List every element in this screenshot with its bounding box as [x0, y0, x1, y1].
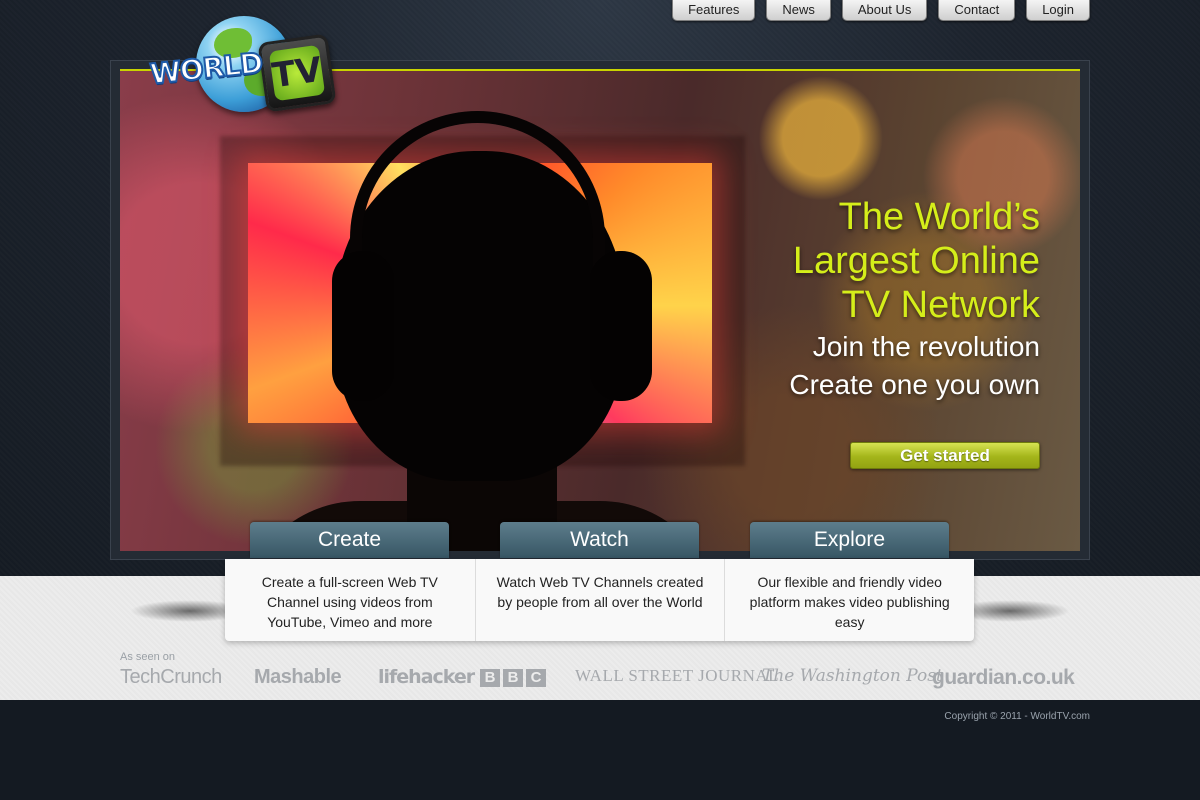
hero-headline-line1: The World’s: [838, 196, 1040, 238]
mashable-logo: Mashable: [254, 666, 342, 688]
get-started-button[interactable]: Get started: [850, 442, 1040, 469]
tab-watch[interactable]: Watch: [500, 522, 699, 558]
hero-banner: The World’s Largest Online TV Network Jo…: [120, 69, 1080, 551]
features-panel: Create a full-screen Web TV Channel usin…: [225, 559, 974, 641]
bbc-letter-c: C: [526, 669, 546, 687]
bbc-letter-b1: B: [480, 669, 500, 687]
washington-post-logo: The Washington Post: [762, 666, 943, 686]
copyright-text: Copyright © 2011 - WorldTV.com: [944, 711, 1090, 722]
guardian-logo: guardian.co.uk: [932, 666, 1075, 689]
tab-create[interactable]: Create: [250, 522, 449, 558]
hero-copy: The World’s Largest Online TV Network Jo…: [720, 195, 1040, 403]
feature-explore-text: Our flexible and friendly video platform…: [724, 559, 974, 641]
hero-headline-line3: TV Network: [841, 284, 1040, 326]
lifehacker-logo: lifehacker: [378, 666, 475, 688]
feature-watch-text: Watch Web TV Channels created by people …: [474, 559, 725, 641]
nav-news-button[interactable]: News: [766, 0, 831, 21]
headphones-left-cup: [332, 251, 394, 401]
hero-headline-line2: Largest Online: [792, 240, 1040, 282]
nav-features-button[interactable]: Features: [672, 0, 756, 21]
wsj-logo: WALL STREET JOURNAL: [575, 666, 780, 685]
hero-subline1: Join the revolution: [812, 331, 1040, 362]
tv-icon: TV: [257, 33, 337, 113]
bbc-logo: B B C: [480, 669, 546, 687]
top-nav: Features News About Us Contact Login: [672, 0, 1090, 21]
nav-about-button[interactable]: About Us: [841, 0, 928, 21]
headphones-right-cup: [590, 251, 652, 401]
as-seen-on-label: As seen on: [120, 651, 176, 663]
logo-tv-text: TV: [268, 44, 326, 102]
tab-explore[interactable]: Explore: [750, 522, 949, 558]
nav-login-button[interactable]: Login: [1026, 0, 1090, 21]
worldtv-logo[interactable]: TV WORLD: [148, 12, 340, 122]
hero-subline2: Create one you own: [789, 369, 1040, 400]
nav-contact-button[interactable]: Contact: [938, 0, 1016, 21]
techcrunch-logo: TechCrunch: [120, 666, 222, 688]
feature-create-text: Create a full-screen Web TV Channel usin…: [261, 574, 438, 630]
bbc-letter-b2: B: [503, 669, 523, 687]
